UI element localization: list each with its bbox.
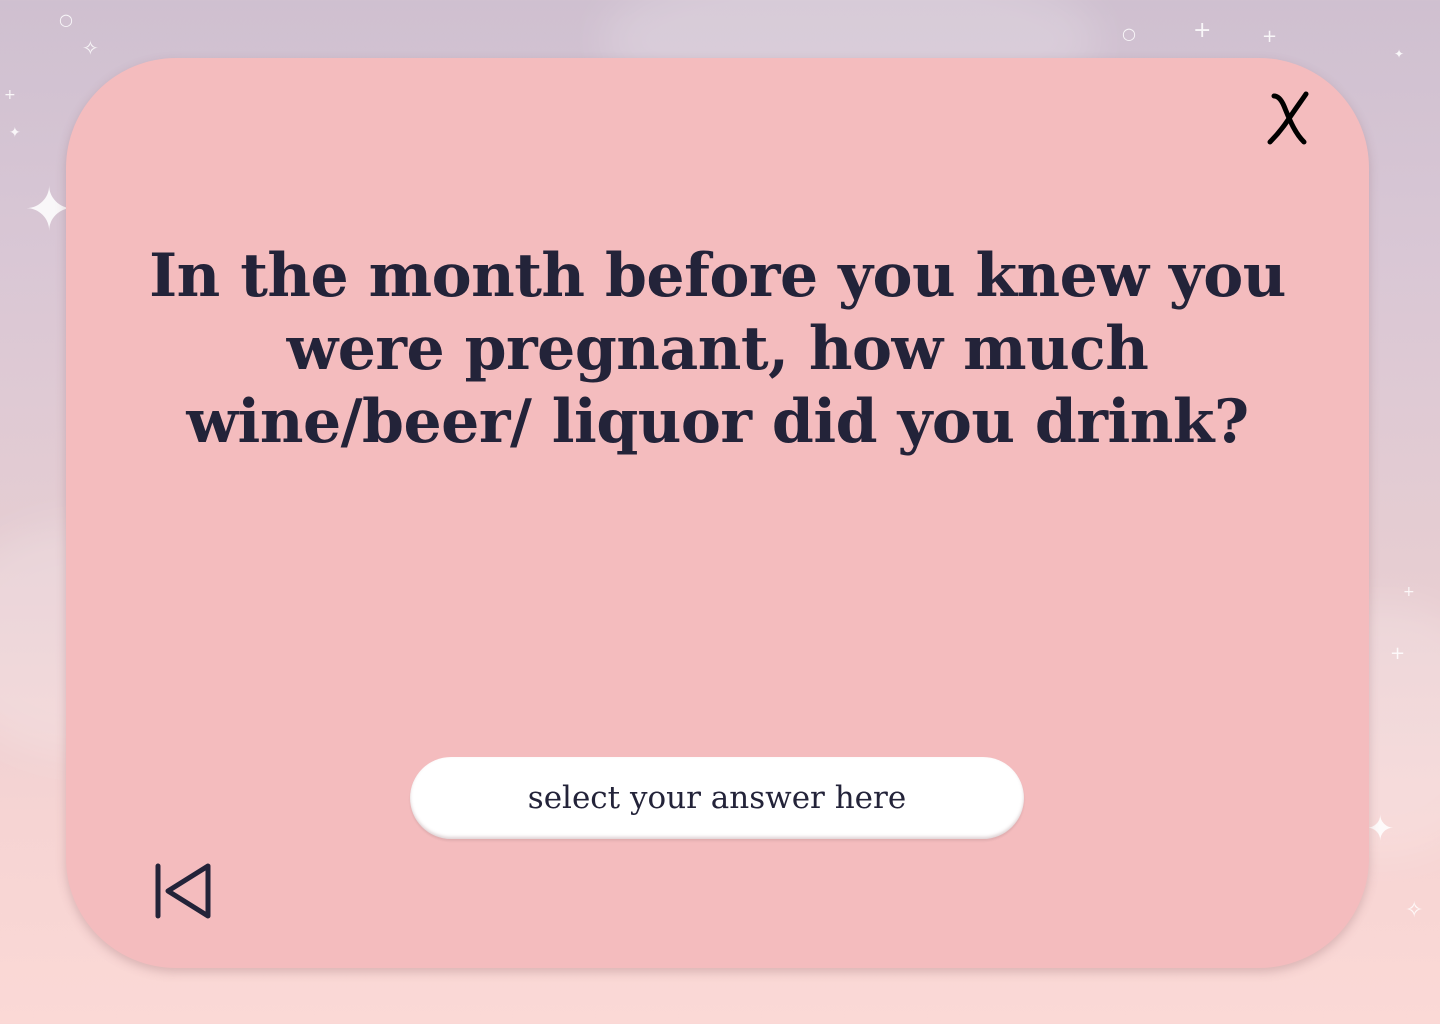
sparkle-icon: ✦ — [9, 125, 21, 141]
sparkle-icon: + — [1262, 26, 1278, 47]
sparkle-icon: ○ — [1122, 24, 1136, 43]
close-icon — [1267, 91, 1309, 145]
sparkle-icon: ○ — [59, 10, 73, 29]
sparkle-icon: ✧ — [1405, 898, 1424, 923]
sparkle-icon: + — [1390, 643, 1406, 664]
question-text: In the month before you knew you were pr… — [149, 241, 1286, 457]
answer-select[interactable]: select your answer here — [410, 757, 1024, 839]
question-card: In the month before you knew you were pr… — [66, 58, 1369, 968]
back-button[interactable] — [150, 858, 214, 922]
sparkle-icon: ✧ — [82, 36, 99, 60]
close-button[interactable] — [1259, 88, 1319, 148]
sparkle-icon: + — [4, 87, 16, 103]
sparkle-icon: + — [1193, 18, 1212, 43]
skip-back-icon — [155, 863, 211, 919]
sparkle-icon: + — [1403, 584, 1415, 600]
sparkle-icon: ✦ — [1394, 47, 1405, 61]
answer-placeholder: select your answer here — [527, 780, 907, 816]
sparkle-icon: ✦ — [1366, 809, 1395, 849]
